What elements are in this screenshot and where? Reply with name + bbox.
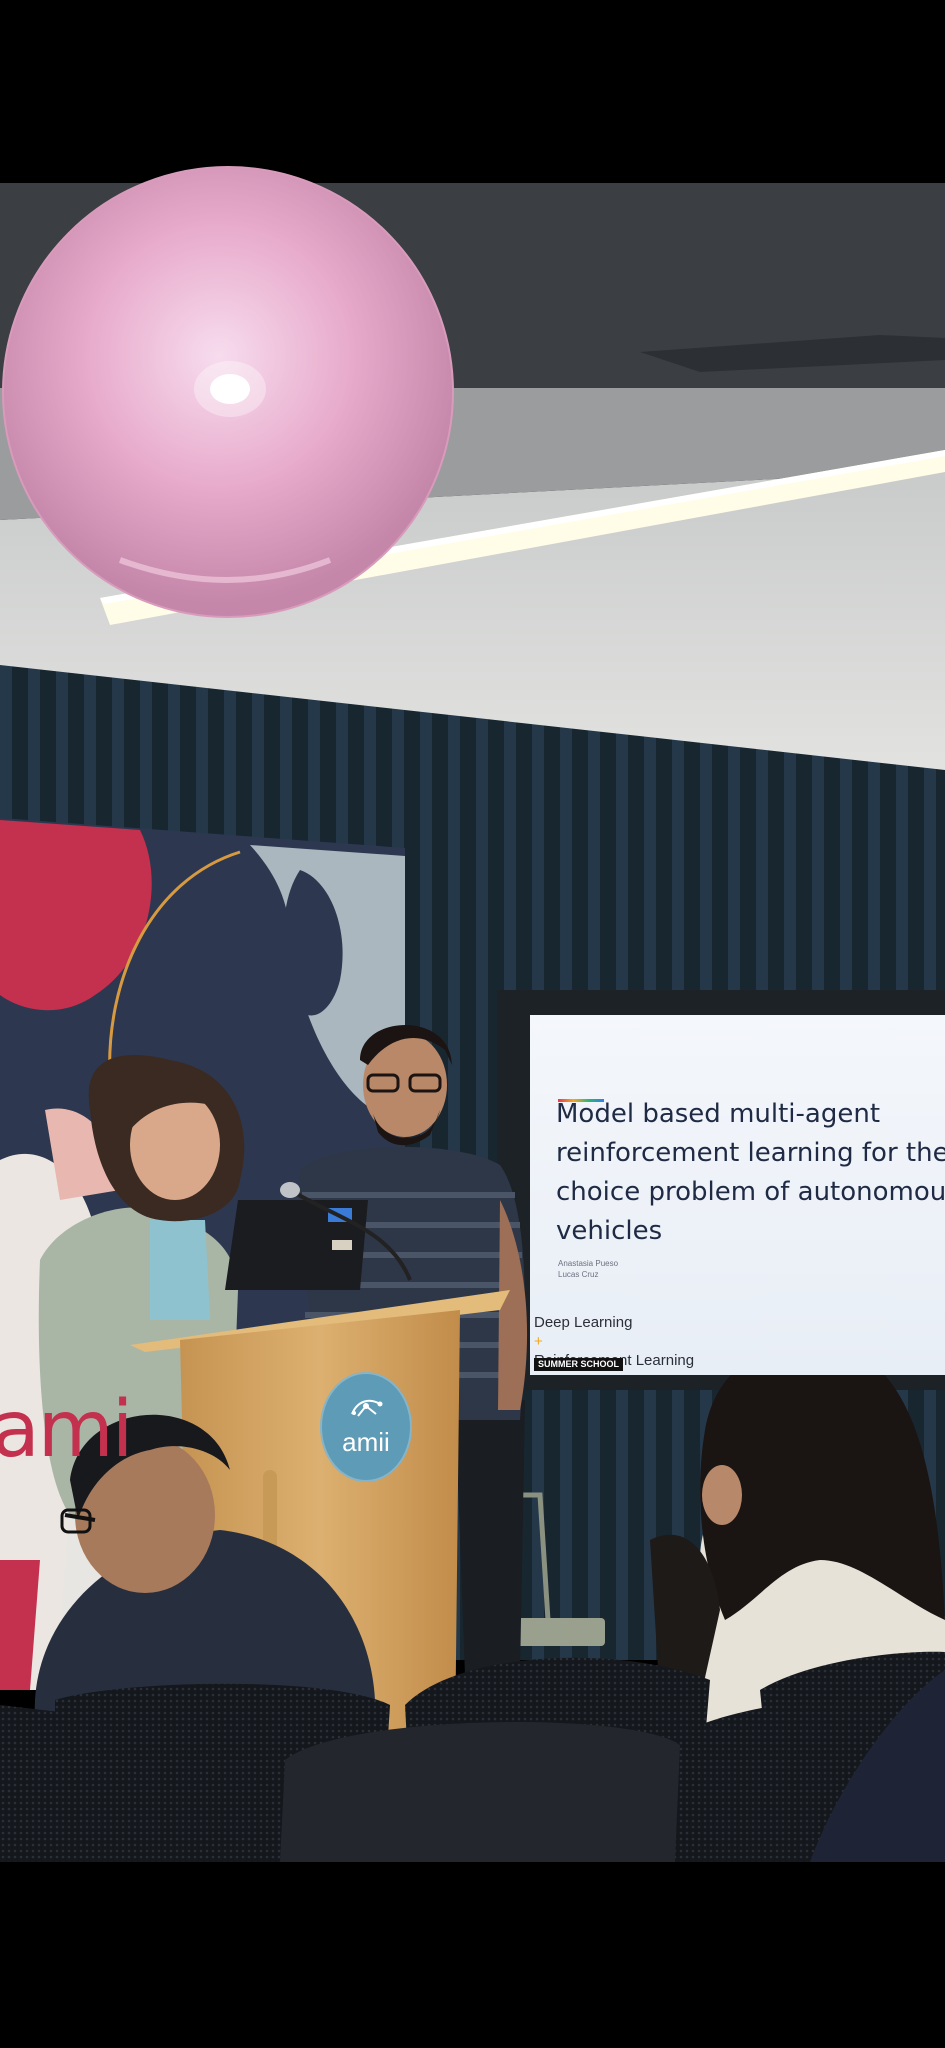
top-black-bar [0, 0, 945, 183]
slide-title: Model based multi-agent reinforcement le… [556, 1095, 945, 1251]
network-dots-icon [351, 1399, 383, 1417]
slide-title-line: reinforcement learning for the r [556, 1138, 945, 1168]
slide-course-line-text: Deep Learning [534, 1314, 633, 1331]
bottom-black-bar [0, 1862, 945, 2048]
conference-photo: Model based multi-agent reinforcement le… [0, 0, 945, 2048]
slide-plus-sign: + [534, 1333, 543, 1350]
podium-logo: amii [320, 1372, 412, 1482]
slide-title-line: vehicles [556, 1216, 663, 1246]
podium-logo-text: amii [342, 1427, 390, 1457]
slide-summer-school-badge: SUMMER SCHOOL [534, 1358, 623, 1371]
presentation-slide: Model based multi-agent reinforcement le… [530, 1015, 945, 1375]
slide-title-line: Model based multi-agent [556, 1099, 881, 1129]
slide-course-line: Deep Learning + [534, 1313, 694, 1351]
slide-author: Anastasia Pueso [558, 1259, 619, 1268]
slide-title-line: choice problem of autonomous [556, 1177, 945, 1207]
pendant-lamp [2, 166, 454, 618]
banner-lettering: ami [0, 1385, 133, 1475]
laptop [225, 1200, 368, 1290]
slide-author: Lucas Cruz [558, 1270, 599, 1279]
slide-authors: Anastasia Pueso Lucas Cruz [558, 1258, 618, 1280]
